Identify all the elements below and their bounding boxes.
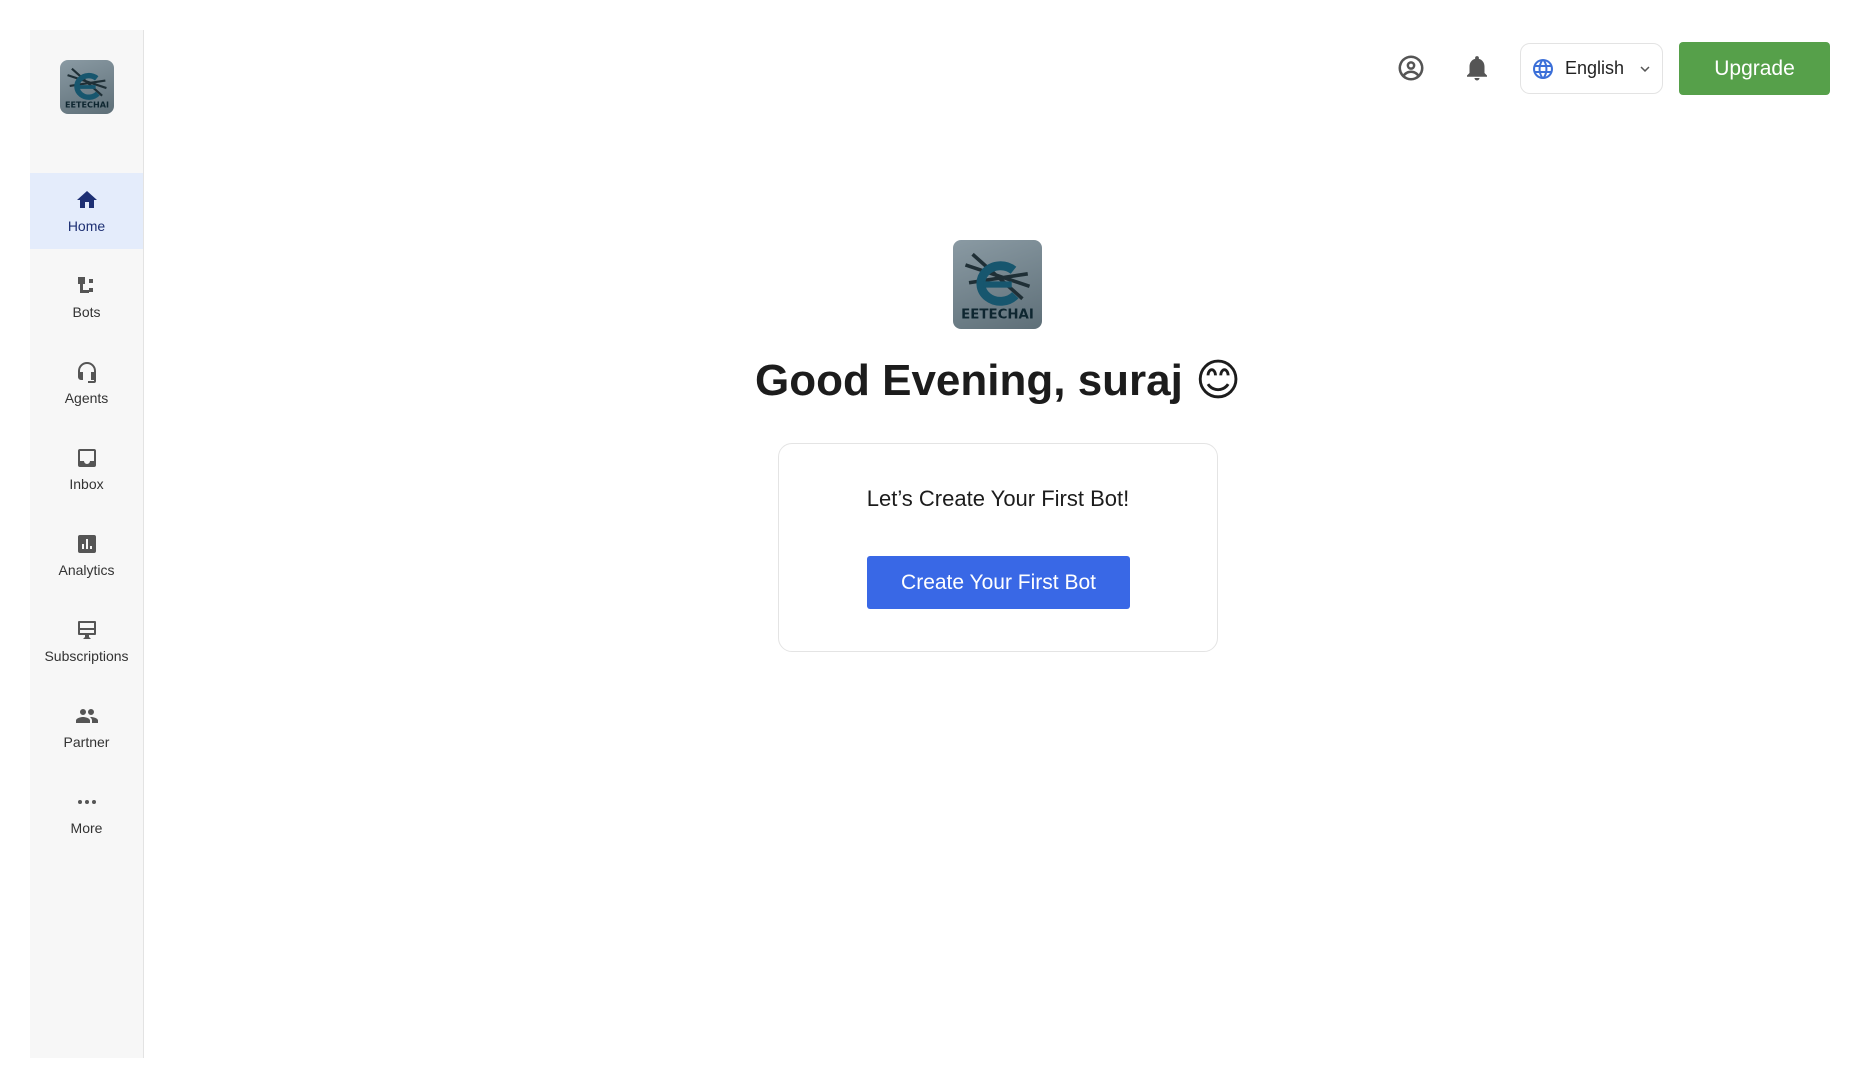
inbox-icon xyxy=(75,446,99,470)
eetechai-logo-icon: EETECHAI xyxy=(961,252,1034,322)
sidebar-item-analytics[interactable]: Analytics xyxy=(30,517,143,593)
chevron-down-icon xyxy=(1636,60,1654,78)
partner-icon xyxy=(75,704,99,728)
svg-text:EETECHAI: EETECHAI xyxy=(961,307,1034,322)
sidebar-item-label: More xyxy=(70,820,103,836)
bell-icon xyxy=(1467,56,1487,81)
language-selector[interactable]: English xyxy=(1520,43,1663,94)
globe-icon xyxy=(1531,57,1555,81)
svg-text:EETECHAI: EETECHAI xyxy=(65,100,109,110)
sidebar-item-more[interactable]: More xyxy=(30,775,143,851)
hero-brand-logo: EETECHAI xyxy=(953,240,1042,329)
agents-icon xyxy=(75,360,99,384)
greeting-heading: Good Evening, suraj 😊 xyxy=(755,356,1241,405)
more-icon xyxy=(75,790,99,814)
sidebar-item-inbox[interactable]: Inbox xyxy=(30,431,143,507)
eetechai-logo-icon: EETECHAI xyxy=(65,67,109,110)
sidebar-item-label: Inbox xyxy=(69,476,104,492)
create-first-bot-button[interactable]: Create Your First Bot xyxy=(867,556,1130,609)
upgrade-button[interactable]: Upgrade xyxy=(1679,42,1830,95)
sidebar-item-label: Bots xyxy=(72,304,101,320)
bots-icon xyxy=(75,274,99,298)
sidebar-item-partner[interactable]: Partner xyxy=(30,689,143,765)
card-title: Let’s Create Your First Bot! xyxy=(866,486,1130,511)
sidebar-item-bots[interactable]: Bots xyxy=(30,259,143,335)
sidebar-item-subscriptions[interactable]: Subscriptions xyxy=(30,603,143,679)
profile-button[interactable] xyxy=(1394,51,1428,85)
notifications-button[interactable] xyxy=(1460,51,1494,85)
sidebar-item-label: Analytics xyxy=(58,562,115,578)
sidebar-item-agents[interactable]: Agents xyxy=(30,345,143,421)
account-circle-icon xyxy=(1398,55,1424,81)
sidebar-item-label: Home xyxy=(67,218,106,234)
analytics-icon xyxy=(75,532,99,556)
sidebar-item-label: Partner xyxy=(63,734,110,750)
sidebar-item-label: Agents xyxy=(64,390,109,406)
home-icon xyxy=(75,188,99,212)
subscriptions-icon xyxy=(75,618,99,642)
sidebar-item-label: Subscriptions xyxy=(44,648,129,664)
sidebar-item-home[interactable]: Home xyxy=(30,173,143,249)
brand-logo[interactable]: EETECHAI xyxy=(60,60,114,114)
create-bot-card: Let’s Create Your First Bot! Create Your… xyxy=(778,443,1218,652)
language-label: English xyxy=(1565,58,1625,78)
sidebar: EETECHAI Home Bots Agents Inbox Analytic… xyxy=(30,30,144,1058)
